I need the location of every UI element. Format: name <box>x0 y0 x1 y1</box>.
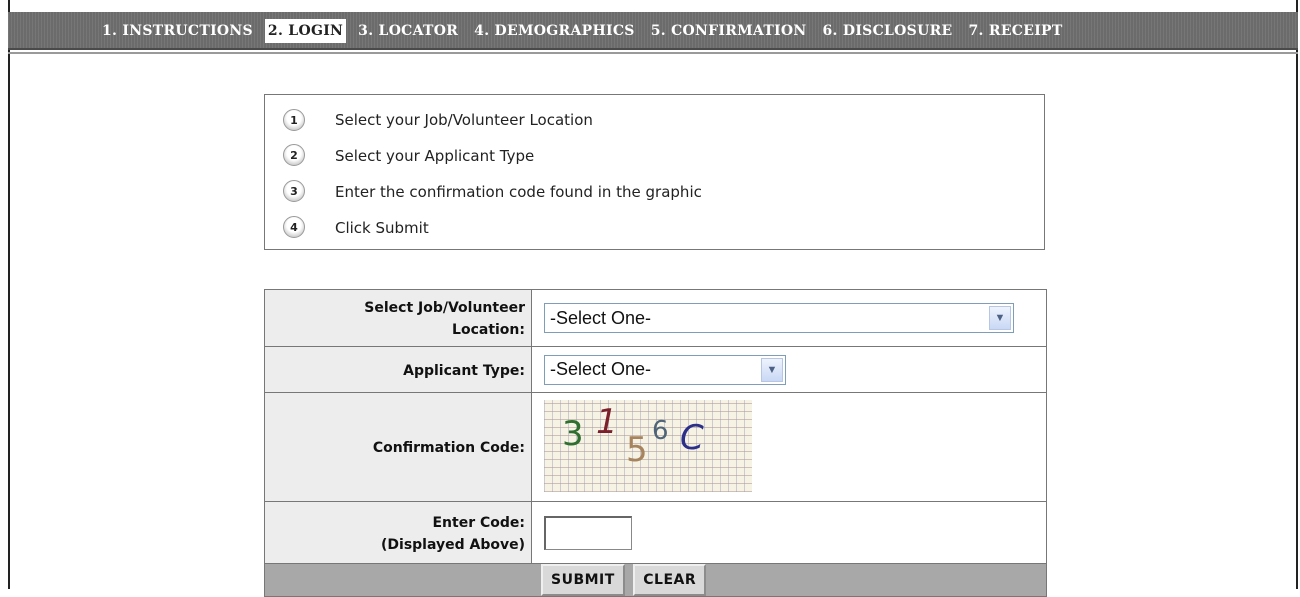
applicant-type-select[interactable]: -Select One- ▼ <box>544 354 786 385</box>
instructions-box: 1 Select your Job/Volunteer Location 2 S… <box>264 94 1045 250</box>
applicant-row: Applicant Type: -Select One- ▼ <box>264 346 1047 393</box>
enter-code-label-line2: (Displayed Above) <box>381 536 525 553</box>
tab-locator[interactable]: 3. LOCATOR <box>354 19 462 43</box>
captcha-image: 3 1 5 6 C <box>544 400 752 492</box>
clear-button[interactable]: CLEAR <box>633 564 707 596</box>
login-form: Select Job/Volunteer Location: -Select O… <box>264 289 1047 597</box>
step-number-badge: 2 <box>283 144 305 166</box>
step-text: Select your Job/Volunteer Location <box>335 111 593 129</box>
confirmation-cell: 3 1 5 6 C <box>531 392 1047 502</box>
step-tab-bar: 1. INSTRUCTIONS 2. LOGIN 3. LOCATOR 4. D… <box>8 12 1298 50</box>
chevron-down-icon[interactable]: ▼ <box>989 306 1011 330</box>
step-number-badge: 4 <box>283 216 305 238</box>
captcha-char: 1 <box>596 402 618 442</box>
enter-code-cell <box>531 501 1047 564</box>
captcha-char: 5 <box>626 430 648 470</box>
location-label-line2: Location: <box>452 322 525 338</box>
form-actions-cell: SUBMIT CLEAR <box>264 563 1047 597</box>
enter-code-label-line1: Enter Code: <box>432 514 525 531</box>
location-row: Select Job/Volunteer Location: -Select O… <box>264 289 1047 347</box>
location-label: Select Job/Volunteer Location: <box>264 289 532 347</box>
applicant-label: Applicant Type: <box>264 346 532 393</box>
captcha-char: 3 <box>562 414 584 454</box>
step-item: 1 <box>283 108 305 132</box>
enter-code-label: Enter Code: (Displayed Above) <box>264 501 532 564</box>
step-item: 4 <box>283 215 305 239</box>
location-select[interactable]: -Select One- ▼ <box>544 303 1014 333</box>
step-number-badge: 1 <box>283 109 305 131</box>
tab-confirmation[interactable]: 5. CONFIRMATION <box>647 19 811 43</box>
confirmation-label: Confirmation Code: <box>264 392 532 502</box>
applicant-cell: -Select One- ▼ <box>531 346 1047 393</box>
captcha-char: C <box>680 418 704 458</box>
tab-disclosure[interactable]: 6. DISCLOSURE <box>819 19 957 43</box>
location-select-value: -Select One- <box>550 307 652 328</box>
submit-button[interactable]: SUBMIT <box>541 564 625 596</box>
step-item: 2 <box>283 143 305 167</box>
tab-receipt[interactable]: 7. RECEIPT <box>965 19 1067 43</box>
tab-instructions[interactable]: 1. INSTRUCTIONS <box>98 19 257 43</box>
form-actions-row: SUBMIT CLEAR <box>264 563 1047 597</box>
confirmation-code-input[interactable] <box>544 515 632 550</box>
captcha-char: 6 <box>652 416 669 446</box>
step-item: 3 <box>283 179 305 203</box>
chevron-down-icon[interactable]: ▼ <box>761 357 783 382</box>
step-text: Enter the confirmation code found in the… <box>335 183 702 201</box>
step-text: Select your Applicant Type <box>335 147 535 165</box>
step-text: Click Submit <box>335 219 429 237</box>
enter-code-row: Enter Code: (Displayed Above) <box>264 501 1047 564</box>
applicant-select-value: -Select One- <box>550 359 652 379</box>
tab-login[interactable]: 2. LOGIN <box>264 19 347 43</box>
location-label-line1: Select Job/Volunteer <box>364 300 525 316</box>
tab-demographics[interactable]: 4. DEMOGRAPHICS <box>470 19 639 43</box>
tab-list: 1. INSTRUCTIONS 2. LOGIN 3. LOCATOR 4. D… <box>98 12 1075 50</box>
confirmation-row: Confirmation Code: 3 1 5 6 C <box>264 392 1047 502</box>
step-number-badge: 3 <box>283 180 305 202</box>
tab-bar-divider <box>8 52 1298 54</box>
location-cell: -Select One- ▼ <box>531 289 1047 347</box>
